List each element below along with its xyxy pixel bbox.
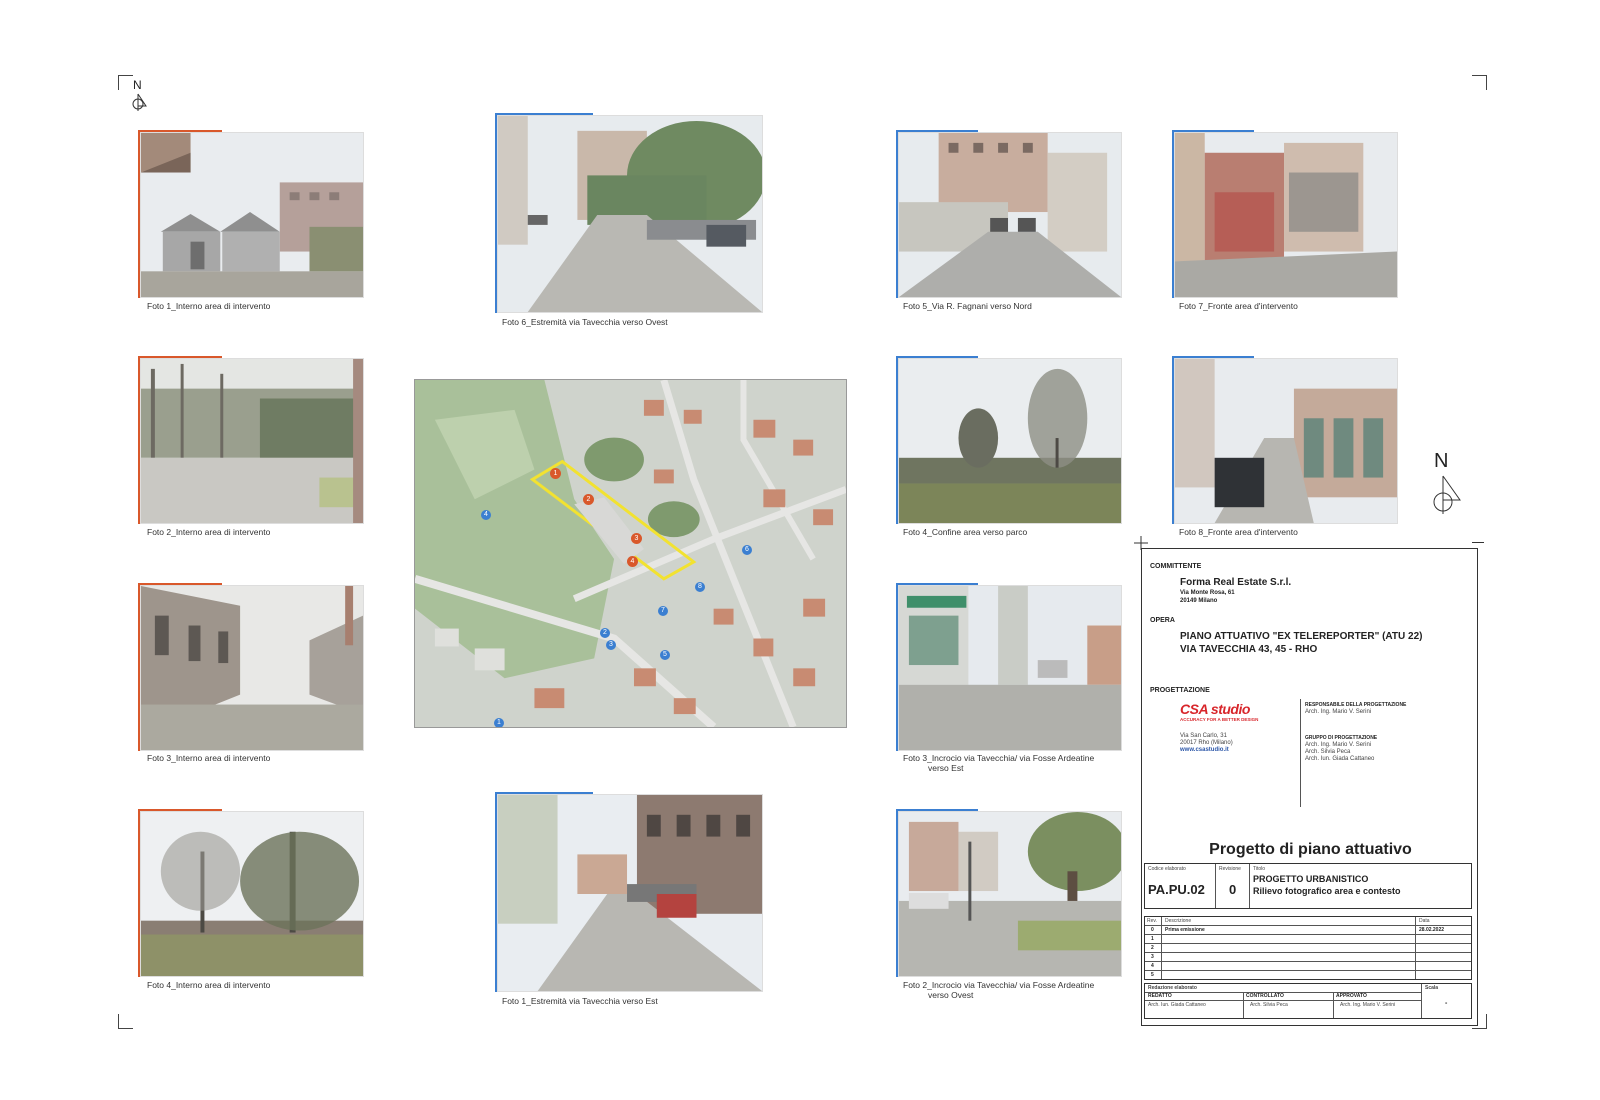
opera-label: OPERA: [1150, 617, 1175, 624]
redazione-label: Redazione elaborato: [1148, 985, 1197, 991]
rev-row-5: 5: [1151, 972, 1154, 978]
committente-address-2: 20149 Milano: [1180, 598, 1218, 604]
crop-mark-top-right: [1472, 75, 1487, 90]
photo-context-8: [1174, 358, 1398, 524]
divider: [1300, 699, 1301, 807]
studio-logo-tagline: ACCURACY FOR A BETTER DESIGN: [1180, 717, 1259, 722]
map-marker-blue-3: 3: [606, 640, 616, 650]
photo-context-1: [497, 794, 763, 992]
rev-row-2: 2: [1151, 945, 1154, 951]
map-marker-blue-2: 2: [600, 628, 610, 638]
photo-context-6: [497, 115, 763, 313]
registration-mark: [1472, 542, 1484, 545]
committente-name: Forma Real Estate S.r.l.: [1180, 577, 1292, 588]
opera-line-2: VIA TAVECCHIA 43, 45 - RHO: [1180, 644, 1318, 655]
photo-interior-1: [140, 132, 364, 298]
map-marker-orange-3: 3: [631, 533, 642, 544]
revisions-table: Rev. Descrizione Data 0 1 2 3 4 5 Prima …: [1144, 916, 1472, 980]
gruppo-label: GRUPPO DI PROGETTAZIONE: [1305, 735, 1378, 741]
revisione-value: 0: [1229, 882, 1237, 897]
caption-interior-2: Foto 2_Interno area di intervento: [147, 527, 271, 537]
caption-interior-1: Foto 1_Interno area di intervento: [147, 301, 271, 311]
map-marker-blue-6: 6: [742, 545, 752, 555]
approvato-label: APPROVATO: [1336, 993, 1367, 999]
approvato-name: Arch. Ing. Mario V. Serini: [1340, 1002, 1396, 1008]
caption-context-7: Foto 7_Fronte area d'intervento: [1179, 301, 1298, 311]
photo-context-4: [898, 358, 1122, 524]
caption-context-6: Foto 6_Estremità via Tavecchia verso Ove…: [502, 317, 668, 327]
studio-address-1: Via San Carlo, 31: [1180, 733, 1227, 739]
codice-value: PA.PU.02: [1148, 882, 1205, 897]
caption-context-5: Foto 5_Via R. Fagnani verso Nord: [903, 301, 1032, 311]
caption-context-1: Foto 1_Estremità via Tavecchia verso Est: [502, 996, 658, 1006]
titolo-line-1: PROGETTO URBANISTICO: [1253, 874, 1369, 884]
caption-context-8: Foto 8_Fronte area d'intervento: [1179, 527, 1298, 537]
aerial-map: 1 2 3 4 1 2 3 4 5 6 7 8: [414, 379, 847, 728]
map-marker-blue-1: 1: [494, 718, 504, 727]
caption-interior-3: Foto 3_Interno area di intervento: [147, 753, 271, 763]
scala-label: Scala: [1425, 985, 1439, 991]
descrizione-label: Descrizione: [1165, 918, 1192, 924]
gruppo-member-3: Arch. Iun. Giada Cattaneo: [1305, 756, 1375, 762]
compass-icon: [132, 93, 147, 111]
rev-row-4: 4: [1151, 963, 1154, 969]
studio-address-2: 20017 Rho (Milano): [1180, 740, 1233, 746]
map-marker-blue-7: 7: [658, 606, 668, 616]
photo-interior-4: [140, 811, 364, 977]
north-arrow-small: N: [128, 78, 152, 112]
map-marker-blue-8: 8: [695, 582, 705, 592]
crop-mark-bottom-left: [118, 1014, 133, 1029]
photo-context-3: [898, 585, 1122, 751]
rev-row-1: 1: [1151, 936, 1154, 942]
studio-website: www.csastudio.it: [1180, 747, 1229, 753]
caption-context-3-line1: Foto 3_Incrocio via Tavecchia/ via Fosse…: [903, 753, 1095, 763]
caption-context-3-line2: verso Est: [928, 763, 964, 773]
rev0-date: 28.02.2022: [1419, 927, 1445, 933]
scala-value: -: [1445, 1000, 1448, 1007]
rev-row-3: 3: [1151, 954, 1154, 960]
rev-row-0: 0: [1151, 927, 1154, 933]
map-marker-orange-1: 1: [550, 468, 561, 479]
progettazione-label: PROGETTAZIONE: [1150, 687, 1210, 694]
caption-interior-4: Foto 4_Interno area di intervento: [147, 980, 271, 990]
controllato-label: CONTROLLATO: [1246, 993, 1284, 999]
responsabile-label: RESPONSABILE DELLA PROGETTAZIONE: [1305, 702, 1407, 708]
opera-line-1: PIANO ATTUATIVO "EX TELEREPORTER" (ATU 2…: [1180, 631, 1423, 642]
north-arrow-large: N: [1430, 450, 1470, 516]
controllato-name: Arch. Silvia Peca: [1250, 1002, 1288, 1008]
main-title: Progetto di piano attuativo: [1209, 841, 1412, 858]
studio-logo-text: CSA studio: [1180, 701, 1250, 717]
map-marker-blue-4: 4: [481, 510, 491, 520]
map-marker-blue-5: 5: [660, 650, 670, 660]
studio-logo: CSA studio ACCURACY FOR A BETTER DESIGN: [1180, 701, 1258, 722]
rev-label: Rev.: [1147, 918, 1157, 924]
titolo-line-2: Rilievo fotografico area e contesto: [1253, 886, 1401, 896]
photo-interior-2: [140, 358, 364, 524]
codice-grid: Codice elaborato PA.PU.02 Revisione 0 Ti…: [1144, 863, 1472, 909]
committente-label: COMMITTENTE: [1150, 563, 1202, 570]
titolo-label: Titolo: [1253, 866, 1266, 872]
responsabile-name: Arch. Ing. Mario V. Serini: [1305, 709, 1372, 715]
gruppo-member-2: Arch. Silvia Peca: [1305, 749, 1351, 755]
committente-address-1: Via Monte Rosa, 61: [1180, 590, 1235, 596]
photo-context-7: [1174, 132, 1398, 298]
caption-context-2-line1: Foto 2_Incrocio via Tavecchia/ via Fosse…: [903, 980, 1095, 990]
photo-context-2: [898, 811, 1122, 977]
redatto-label: REDATTO: [1148, 993, 1172, 999]
title-block: COMMITTENTE Forma Real Estate S.r.l. Via…: [1141, 548, 1478, 1026]
redatto-name: Arch. Iun. Giada Cattaneo: [1148, 1002, 1206, 1008]
compass-icon: [1433, 475, 1461, 514]
rev0-description: Prima emissione: [1165, 927, 1205, 933]
gruppo-member-1: Arch. Ing. Mario V. Serini: [1305, 742, 1372, 748]
map-marker-orange-4: 4: [627, 556, 638, 567]
photo-interior-3: [140, 585, 364, 751]
map-marker-orange-2: 2: [583, 494, 594, 505]
revisione-label: Revisione: [1219, 866, 1241, 872]
caption-context-2-line2: verso Ovest: [928, 990, 974, 1000]
codice-label: Codice elaborato: [1148, 866, 1186, 872]
photo-context-5: [898, 132, 1122, 298]
caption-context-4: Foto 4_Confine area verso parco: [903, 527, 1028, 537]
redazione-table: Redazione elaborato Scala REDATTO CONTRO…: [1144, 983, 1472, 1019]
data-label: Data: [1419, 918, 1430, 924]
